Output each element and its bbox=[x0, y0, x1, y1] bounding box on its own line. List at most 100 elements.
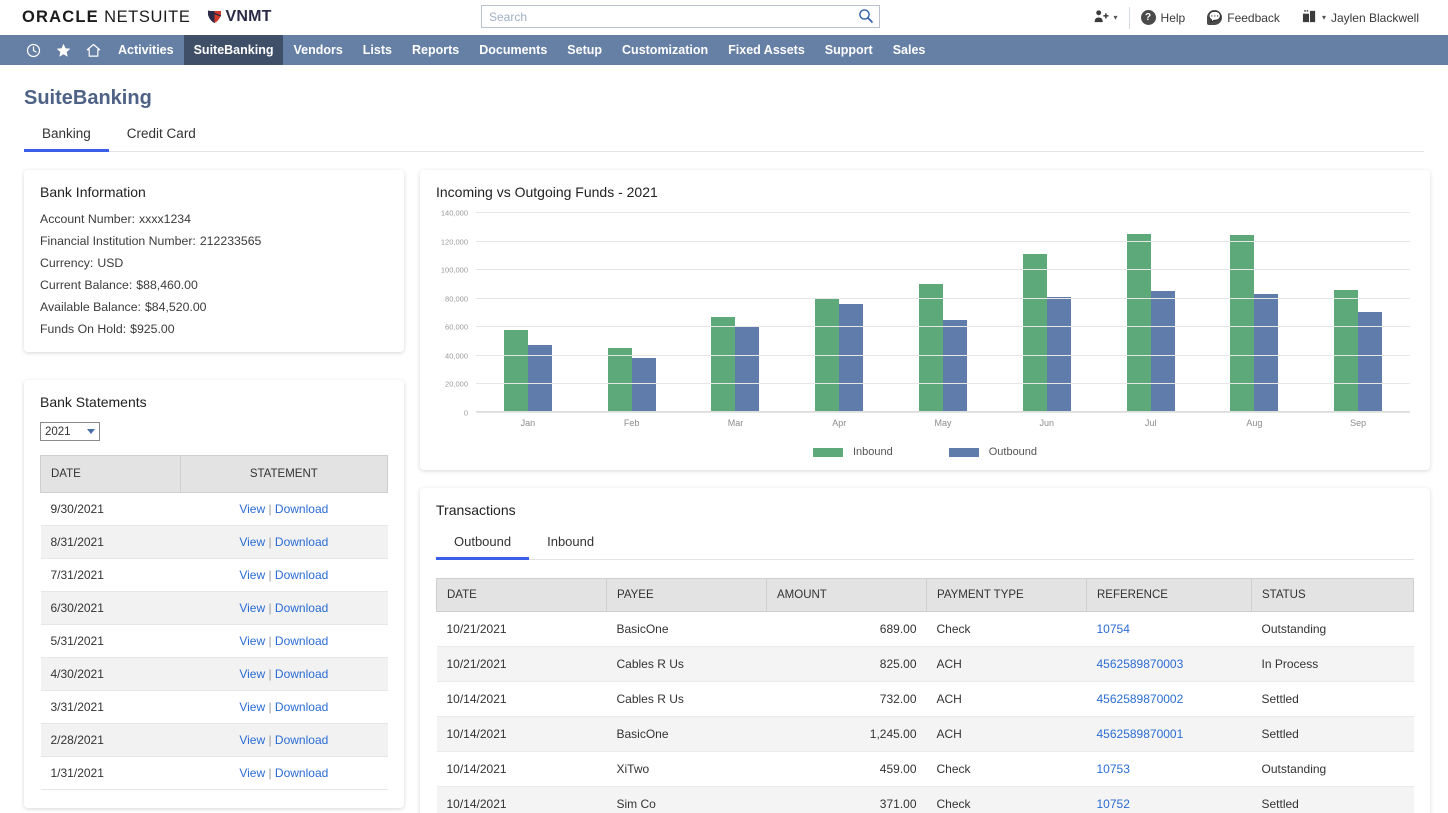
table-row: 10/21/2021BasicOne689.00Check10754Outsta… bbox=[437, 612, 1414, 647]
view-statement-link[interactable]: View bbox=[239, 568, 265, 582]
chart-y-tick-label: 20,000 bbox=[445, 380, 468, 389]
chart-plot-area: 020,00040,00060,00080,000100,000120,0001… bbox=[476, 212, 1410, 412]
transaction-reference-link[interactable]: 4562589870002 bbox=[1097, 692, 1184, 706]
nav-item-setup[interactable]: Setup bbox=[557, 35, 612, 65]
info-financial-institution-number: Financial Institution Number:212233565 bbox=[40, 234, 388, 248]
download-statement-link[interactable]: Download bbox=[275, 634, 328, 648]
chart-x-tick-label: Jun bbox=[995, 418, 1099, 428]
action-separator: | bbox=[265, 700, 275, 714]
transaction-reference-cell: 10753 bbox=[1087, 752, 1252, 787]
info-funds-on-hold: Funds On Hold:$925.00 bbox=[40, 322, 388, 336]
download-statement-link[interactable]: Download bbox=[275, 535, 328, 549]
oracle-netsuite-logo: ORACLE NETSUITE bbox=[22, 8, 190, 27]
nav-item-sales[interactable]: Sales bbox=[883, 35, 936, 65]
transaction-status-cell: Settled bbox=[1252, 682, 1414, 717]
chart-x-tick-label: Apr bbox=[787, 418, 891, 428]
col-header-amount: AMOUNT bbox=[767, 579, 927, 612]
chart-gridline: 120,000 bbox=[476, 241, 1410, 242]
download-statement-link[interactable]: Download bbox=[275, 733, 328, 747]
col-header-reference: REFERENCE bbox=[1087, 579, 1252, 612]
nav-item-suitebanking[interactable]: SuiteBanking bbox=[184, 35, 284, 65]
nav-item-vendors[interactable]: Vendors bbox=[283, 35, 352, 65]
nav-item-support[interactable]: Support bbox=[815, 35, 883, 65]
nav-item-activities[interactable]: Activities bbox=[108, 35, 184, 65]
chart-title: Incoming vs Outgoing Funds - 2021 bbox=[436, 184, 1414, 200]
download-statement-link[interactable]: Download bbox=[275, 568, 328, 582]
view-statement-link[interactable]: View bbox=[239, 634, 265, 648]
view-statement-link[interactable]: View bbox=[239, 601, 265, 615]
home-icon[interactable] bbox=[78, 35, 108, 65]
chart-gridline: 40,000 bbox=[476, 355, 1410, 356]
search-field[interactable] bbox=[481, 5, 880, 28]
chart-gridline: 60,000 bbox=[476, 326, 1410, 327]
transaction-reference-link[interactable]: 10753 bbox=[1097, 762, 1130, 776]
transaction-reference-cell: 10752 bbox=[1087, 787, 1252, 813]
statement-actions-cell: View | Download bbox=[180, 559, 387, 592]
nav-item-reports[interactable]: Reports bbox=[402, 35, 469, 65]
person-add-icon[interactable] bbox=[1094, 9, 1109, 27]
feedback-button[interactable]: 💬 Feedback bbox=[1196, 10, 1291, 25]
info-funds-on-hold-value: $925.00 bbox=[130, 322, 174, 336]
nav-item-customization[interactable]: Customization bbox=[612, 35, 718, 65]
nav-item-lists[interactable]: Lists bbox=[353, 35, 402, 65]
tab-credit-card[interactable]: Credit Card bbox=[109, 126, 214, 151]
col-header-statement: STATEMENT bbox=[180, 456, 387, 493]
chart-y-tick-label: 80,000 bbox=[445, 294, 468, 303]
info-available-balance-label: Available Balance: bbox=[40, 300, 141, 314]
search-icon[interactable] bbox=[858, 8, 874, 24]
brand-area: ORACLE NETSUITE VNMT bbox=[22, 8, 272, 27]
tab-banking[interactable]: Banking bbox=[24, 126, 109, 151]
nav-item-fixed-assets[interactable]: Fixed Assets bbox=[718, 35, 815, 65]
transaction-reference-link[interactable]: 4562589870003 bbox=[1097, 657, 1184, 671]
info-account-number-value: xxxx1234 bbox=[139, 212, 191, 226]
download-statement-link[interactable]: Download bbox=[275, 502, 328, 516]
download-statement-link[interactable]: Download bbox=[275, 601, 328, 615]
chart-bar-outbound bbox=[1254, 294, 1278, 411]
quick-add-menu[interactable]: ▾ bbox=[1083, 9, 1129, 27]
favorites-star-icon[interactable] bbox=[48, 35, 78, 65]
transaction-payee-cell: Cables R Us bbox=[607, 682, 767, 717]
netsuite-wordmark: NETSUITE bbox=[104, 8, 190, 26]
help-button[interactable]: ? Help bbox=[1130, 10, 1197, 25]
download-statement-link[interactable]: Download bbox=[275, 667, 328, 681]
view-statement-link[interactable]: View bbox=[239, 502, 265, 516]
recent-records-icon[interactable] bbox=[18, 35, 48, 65]
statement-date-cell: 9/30/2021 bbox=[41, 493, 181, 526]
col-header-status: STATUS bbox=[1252, 579, 1414, 612]
table-row: 5/31/2021View | Download bbox=[41, 625, 388, 658]
transaction-reference-link[interactable]: 10752 bbox=[1097, 797, 1130, 811]
col-header-date: DATE bbox=[437, 579, 607, 612]
chevron-down-icon[interactable]: ▾ bbox=[1114, 13, 1118, 22]
transaction-amount-cell: 825.00 bbox=[767, 647, 927, 682]
info-current-balance-value: $88,460.00 bbox=[136, 278, 198, 292]
statement-year-select[interactable]: 2021 bbox=[40, 422, 100, 441]
view-statement-link[interactable]: View bbox=[239, 667, 265, 681]
view-statement-link[interactable]: View bbox=[239, 766, 265, 780]
tab-outbound[interactable]: Outbound bbox=[436, 530, 529, 559]
tab-inbound[interactable]: Inbound bbox=[529, 530, 612, 559]
transaction-reference-link[interactable]: 4562589870001 bbox=[1097, 727, 1184, 741]
info-currency-label: Currency: bbox=[40, 256, 93, 270]
search-input[interactable] bbox=[481, 5, 880, 28]
statement-actions-cell: View | Download bbox=[180, 592, 387, 625]
view-statement-link[interactable]: View bbox=[239, 733, 265, 747]
legend-label-inbound: Inbound bbox=[853, 446, 893, 458]
chevron-down-icon[interactable] bbox=[87, 429, 95, 434]
user-menu[interactable]: ▾ Jaylen Blackwell bbox=[1291, 9, 1430, 27]
chart-x-tick-label: Jul bbox=[1099, 418, 1203, 428]
oracle-wordmark: ORACLE bbox=[22, 8, 99, 26]
view-statement-link[interactable]: View bbox=[239, 535, 265, 549]
download-statement-link[interactable]: Download bbox=[275, 766, 328, 780]
chart-bar-group bbox=[1306, 212, 1410, 411]
chart-x-tick-label: Jan bbox=[476, 418, 580, 428]
user-chevron-down-icon[interactable]: ▾ bbox=[1322, 13, 1326, 22]
transaction-reference-cell: 4562589870003 bbox=[1087, 647, 1252, 682]
transaction-reference-link[interactable]: 10754 bbox=[1097, 622, 1130, 636]
nav-item-documents[interactable]: Documents bbox=[469, 35, 557, 65]
download-statement-link[interactable]: Download bbox=[275, 700, 328, 714]
info-fin-label: Financial Institution Number: bbox=[40, 234, 196, 248]
transaction-status-cell: Settled bbox=[1252, 787, 1414, 813]
col-header-payment-type: PAYMENT TYPE bbox=[927, 579, 1087, 612]
transaction-payment-type-cell: Check bbox=[927, 612, 1087, 647]
view-statement-link[interactable]: View bbox=[239, 700, 265, 714]
